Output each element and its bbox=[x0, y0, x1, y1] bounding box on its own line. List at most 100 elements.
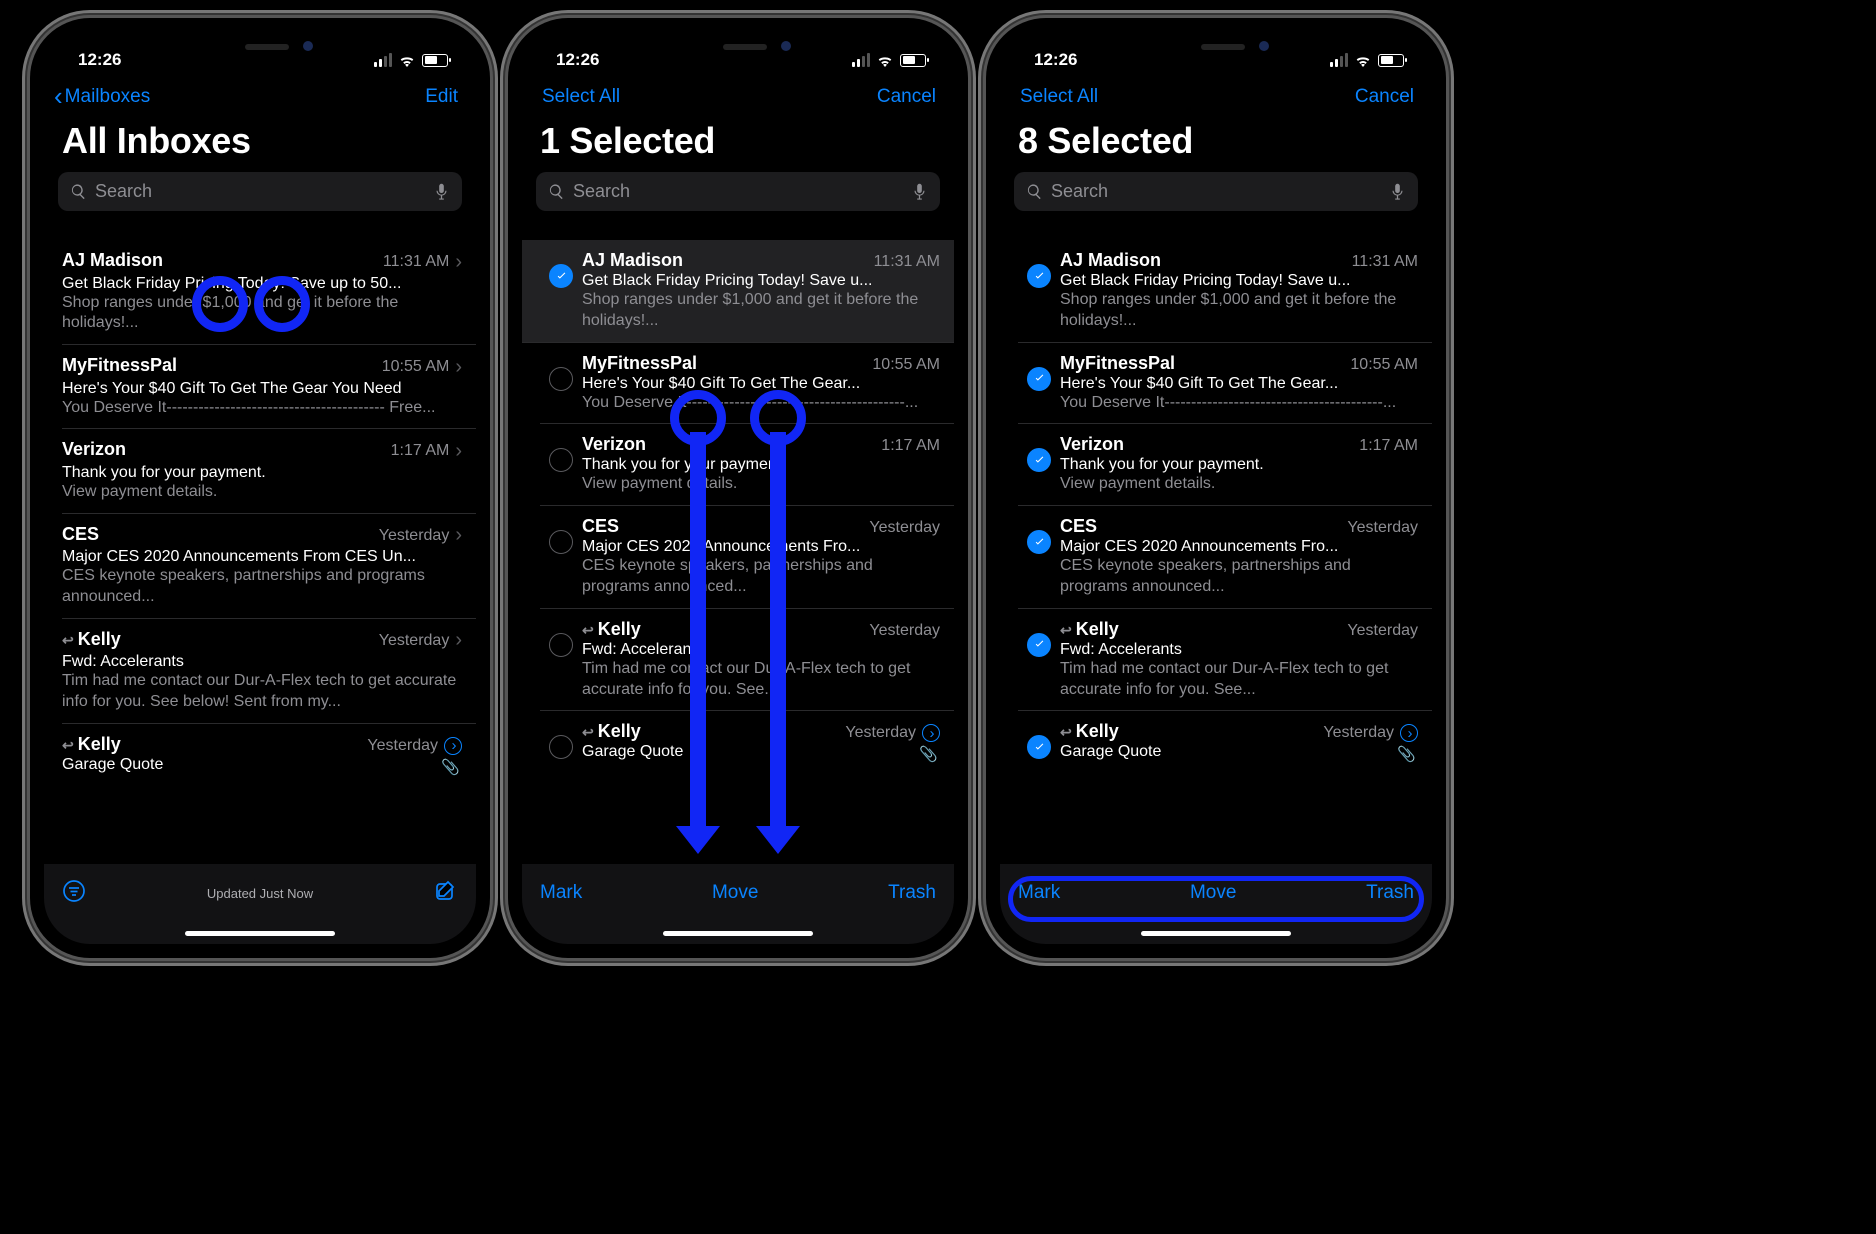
notch bbox=[1111, 32, 1321, 62]
checkbox-col[interactable] bbox=[1018, 353, 1060, 391]
status-time: 12:26 bbox=[78, 50, 121, 70]
compose-button[interactable] bbox=[434, 879, 458, 908]
preview: CES keynote speakers, partnerships and p… bbox=[1060, 556, 1418, 598]
search-field[interactable]: Search bbox=[1014, 172, 1418, 211]
filter-button[interactable] bbox=[62, 879, 86, 908]
message-row[interactable]: ↩KellyYesterday›Fwd: AccelerantsTim had … bbox=[62, 619, 476, 724]
home-indicator[interactable] bbox=[1141, 931, 1291, 936]
message-row[interactable]: MyFitnessPal10:55 AMHere's Your $40 Gift… bbox=[540, 343, 954, 425]
notch bbox=[633, 32, 843, 62]
message-row[interactable]: ↩KellyYesterdayGarage Quote📎 bbox=[540, 711, 954, 771]
checkbox-col[interactable] bbox=[1018, 721, 1060, 759]
preview: Tim had me contact our Dur-A-Flex tech t… bbox=[62, 671, 462, 713]
phone-1: 12:26 ‹ Mailboxes Edit All Inboxes Searc… bbox=[30, 18, 490, 958]
wifi-icon bbox=[876, 53, 894, 67]
message-row[interactable]: Verizon1:17 AMThank you for your payment… bbox=[1018, 424, 1432, 506]
checkbox-icon[interactable] bbox=[1027, 633, 1051, 657]
message-row[interactable]: Verizon1:17 AM›Thank you for your paymen… bbox=[62, 429, 476, 513]
home-indicator[interactable] bbox=[663, 931, 813, 936]
mark-button[interactable]: Mark bbox=[540, 882, 582, 904]
home-indicator[interactable] bbox=[185, 931, 335, 936]
mic-icon[interactable] bbox=[433, 183, 450, 200]
message-row[interactable]: MyFitnessPal10:55 AM›Here's Your $40 Gif… bbox=[62, 345, 476, 429]
message-row[interactable]: MyFitnessPal10:55 AMHere's Your $40 Gift… bbox=[1018, 343, 1432, 425]
checkbox-icon[interactable] bbox=[1027, 264, 1051, 288]
message-row[interactable]: ↩KellyYesterdayFwd: AccelerantsTim had m… bbox=[540, 609, 954, 712]
reply-icon: ↩ bbox=[62, 632, 74, 648]
nav-bar: ‹ Mailboxes Edit bbox=[44, 76, 476, 114]
wifi-icon bbox=[1354, 53, 1372, 67]
checkbox-col[interactable] bbox=[540, 353, 582, 391]
message-list[interactable]: AJ Madison11:31 AM›Get Black Friday Pric… bbox=[44, 240, 476, 886]
subject: Garage Quote bbox=[1060, 743, 1418, 761]
mark-button[interactable]: Mark bbox=[1018, 882, 1060, 904]
back-button[interactable]: ‹ Mailboxes bbox=[54, 86, 150, 108]
checkbox-col[interactable] bbox=[540, 721, 582, 759]
move-button[interactable]: Move bbox=[712, 882, 758, 904]
signal-icon bbox=[1330, 53, 1348, 67]
checkbox-col[interactable] bbox=[540, 434, 582, 472]
checkbox-icon[interactable] bbox=[1027, 448, 1051, 472]
timestamp: 10:55 AM› bbox=[382, 356, 462, 379]
attachment-icon: 📎 bbox=[1397, 745, 1416, 763]
message-row[interactable]: CESYesterdayMajor CES 2020 Announcements… bbox=[1018, 506, 1432, 609]
message-row[interactable]: ↩KellyYesterdayGarage Quote📎 bbox=[62, 724, 476, 784]
message-row[interactable]: AJ Madison11:31 AMGet Black Friday Prici… bbox=[522, 240, 954, 343]
checkbox-col[interactable] bbox=[540, 516, 582, 554]
checkbox-col[interactable] bbox=[1018, 516, 1060, 554]
select-all-button[interactable]: Select All bbox=[532, 86, 620, 108]
cancel-button[interactable]: Cancel bbox=[877, 86, 936, 108]
message-list[interactable]: AJ Madison11:31 AMGet Black Friday Prici… bbox=[522, 240, 954, 886]
select-all-button[interactable]: Select All bbox=[1010, 86, 1098, 108]
mic-icon[interactable] bbox=[911, 183, 928, 200]
checkbox-col[interactable] bbox=[1018, 250, 1060, 288]
search-icon bbox=[548, 183, 565, 200]
checkbox-icon[interactable] bbox=[549, 735, 573, 759]
preview: CES keynote speakers, partnerships and p… bbox=[62, 566, 462, 608]
detail-icon[interactable] bbox=[922, 724, 940, 742]
search-placeholder: Search bbox=[1051, 181, 1381, 202]
checkbox-col[interactable] bbox=[540, 619, 582, 657]
sender: Verizon bbox=[1060, 434, 1124, 455]
checkbox-icon[interactable] bbox=[549, 530, 573, 554]
reply-icon: ↩ bbox=[62, 737, 74, 753]
checkbox-col[interactable] bbox=[1018, 619, 1060, 657]
checkbox-col[interactable] bbox=[1018, 434, 1060, 472]
wifi-icon bbox=[398, 53, 416, 67]
checkbox-icon[interactable] bbox=[1027, 367, 1051, 391]
timestamp: 10:55 AM bbox=[1350, 356, 1418, 374]
message-list[interactable]: AJ Madison11:31 AMGet Black Friday Prici… bbox=[1000, 240, 1432, 886]
checkbox-icon[interactable] bbox=[549, 264, 573, 288]
trash-button[interactable]: Trash bbox=[888, 882, 936, 904]
sender: CES bbox=[62, 524, 99, 545]
message-row[interactable]: AJ Madison11:31 AMGet Black Friday Prici… bbox=[1018, 240, 1432, 343]
checkbox-icon[interactable] bbox=[1027, 735, 1051, 759]
message-row[interactable]: ↩KellyYesterdayFwd: AccelerantsTim had m… bbox=[1018, 609, 1432, 712]
move-button[interactable]: Move bbox=[1190, 882, 1236, 904]
message-row[interactable]: CESYesterday›Major CES 2020 Announcement… bbox=[62, 514, 476, 619]
detail-icon[interactable] bbox=[444, 737, 462, 755]
attachment-icon: 📎 bbox=[919, 745, 938, 763]
detail-icon[interactable] bbox=[1400, 724, 1418, 742]
checkbox-icon[interactable] bbox=[549, 367, 573, 391]
search-field[interactable]: Search bbox=[58, 172, 462, 211]
cancel-button[interactable]: Cancel bbox=[1355, 86, 1414, 108]
checkbox-icon[interactable] bbox=[1027, 530, 1051, 554]
message-row[interactable]: ↩KellyYesterdayGarage Quote📎 bbox=[1018, 711, 1432, 771]
checkbox-icon[interactable] bbox=[549, 633, 573, 657]
message-row[interactable]: Verizon1:17 AMThank you for your payment… bbox=[540, 424, 954, 506]
preview: CES keynote speakers, partnerships and p… bbox=[582, 556, 940, 598]
status-time: 12:26 bbox=[1034, 50, 1077, 70]
timestamp: 1:17 AM bbox=[1359, 437, 1418, 455]
checkbox-col[interactable] bbox=[540, 250, 582, 288]
message-row[interactable]: AJ Madison11:31 AM›Get Black Friday Pric… bbox=[62, 240, 476, 345]
edit-button[interactable]: Edit bbox=[425, 86, 458, 108]
message-row[interactable]: CESYesterdayMajor CES 2020 Announcements… bbox=[540, 506, 954, 609]
search-field[interactable]: Search bbox=[536, 172, 940, 211]
subject: Fwd: Accelerants bbox=[582, 641, 940, 659]
mic-icon[interactable] bbox=[1389, 183, 1406, 200]
chevron-right-icon: › bbox=[455, 251, 462, 274]
checkbox-icon[interactable] bbox=[549, 448, 573, 472]
sender: AJ Madison bbox=[582, 250, 683, 271]
trash-button[interactable]: Trash bbox=[1366, 882, 1414, 904]
